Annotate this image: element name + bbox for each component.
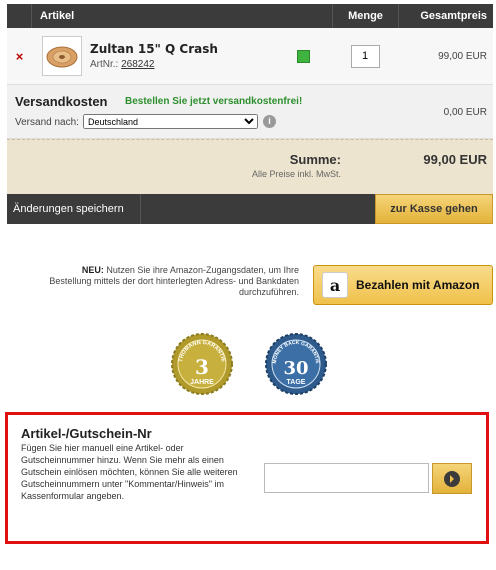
shipping-country-label: Versand nach:	[15, 117, 79, 128]
arrow-right-icon	[444, 470, 460, 487]
action-bar: Änderungen speichern zur Kasse gehen	[7, 194, 493, 224]
header-total: Gesamtpreis	[398, 4, 493, 28]
quantity-input[interactable]	[350, 44, 380, 68]
amazon-pay-label: Bezahlen mit Amazon	[356, 278, 480, 292]
shipping-promo-link[interactable]: Bestellen Sie jetzt versandkostenfrei!	[125, 96, 302, 107]
shipping-price: 0,00 EUR	[443, 107, 487, 118]
coupon-section: Artikel-/Gutschein-Nr Fügen Sie hier man…	[5, 412, 489, 544]
shipping-title: Versandkosten	[15, 94, 108, 109]
info-icon[interactable]: i	[263, 115, 276, 128]
cymbal-icon	[46, 46, 78, 68]
article-number: ArtNr.: 268242	[90, 59, 297, 70]
shipping-country-select[interactable]: Deutschland	[83, 114, 258, 129]
coupon-description: Fügen Sie hier manuell eine Artikel- ode…	[21, 443, 238, 501]
summary-label: Summe:	[289, 152, 341, 167]
money-back-badge-number: 30	[283, 358, 308, 379]
cart-table: Artikel Menge Gesamtpreis × Zultan 15" Q…	[7, 4, 493, 224]
product-name[interactable]: Zultan 15" Q Crash	[90, 42, 297, 56]
remove-item-button[interactable]: ×	[7, 49, 32, 64]
checkout-button[interactable]: zur Kasse gehen	[375, 194, 493, 224]
save-changes-button[interactable]: Änderungen speichern	[7, 194, 141, 224]
header-quantity: Menge	[332, 4, 398, 28]
coupon-input[interactable]	[264, 463, 429, 493]
item-price: 99,00 EUR	[438, 50, 487, 62]
header-article: Artikel	[40, 10, 75, 22]
money-back-badge[interactable]: MONEY BACK GARANTIE 30 TAGE	[264, 332, 328, 396]
article-number-label: ArtNr.:	[90, 59, 119, 70]
header-spacer	[7, 4, 32, 28]
amazon-pay-description: NEU: Nutzen Sie ihre Amazon-Zugangsdaten…	[40, 265, 299, 298]
table-header: Artikel Menge Gesamtpreis	[7, 4, 493, 28]
new-label: NEU:	[81, 265, 104, 275]
tax-note: Alle Preise inkl. MwSt.	[251, 169, 341, 179]
guarantee-badge-unit: JAHRE	[190, 379, 214, 386]
coupon-submit-button[interactable]	[432, 463, 472, 494]
product-thumbnail[interactable]	[42, 36, 82, 76]
amazon-logo-icon: a	[322, 272, 348, 298]
guarantee-badge[interactable]: THOMANN GARANTIE 3 JAHRE	[170, 332, 234, 396]
stock-status-icon	[297, 49, 310, 63]
cart-item-row: × Zultan 15" Q Crash ArtNr.: 268242 99,0…	[7, 28, 493, 85]
coupon-title: Artikel-/Gutschein-Nr	[21, 426, 152, 441]
summary-value: 99,00 EUR	[423, 152, 487, 167]
quantity-cell	[332, 44, 398, 68]
shipping-section: Versandkosten Bestellen Sie jetzt versan…	[7, 85, 493, 139]
article-number-link[interactable]: 268242	[121, 59, 154, 70]
amazon-pay-button[interactable]: a Bezahlen mit Amazon	[313, 265, 493, 305]
summary-section: Summe: 99,00 EUR Alle Preise inkl. MwSt.	[7, 139, 493, 194]
guarantee-badge-number: 3	[195, 355, 209, 379]
product-info: Zultan 15" Q Crash ArtNr.: 268242	[82, 42, 297, 70]
money-back-badge-unit: TAGE	[287, 379, 306, 386]
